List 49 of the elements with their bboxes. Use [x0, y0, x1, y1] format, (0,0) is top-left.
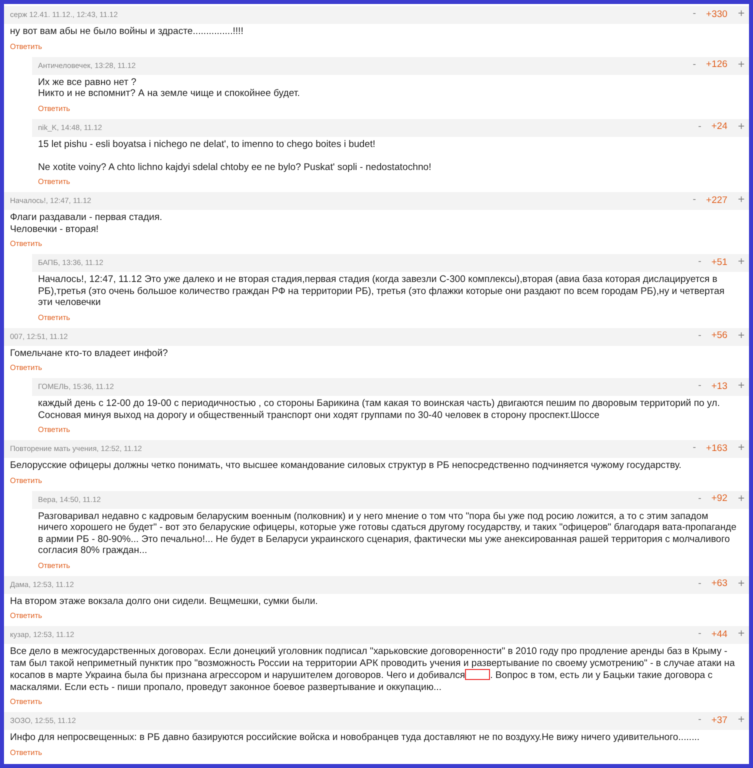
vote-down-link[interactable]: -	[694, 380, 706, 394]
vote-up-link[interactable]: +	[733, 628, 749, 642]
vote-down-link[interactable]: -	[694, 256, 706, 270]
vote-down-link[interactable]: -	[694, 578, 706, 592]
vote-up-link[interactable]: +	[733, 58, 749, 72]
vote-up-link[interactable]: +	[733, 256, 749, 270]
comment-score: +92	[710, 492, 728, 506]
comment-text: 15 let pishu - esli boyatsa i nichego ne delat', to imenno to chego boites i budet! Ne xotite voiny? A chto lichno kajdyi sdelal chtoby ee ne bylo? Puskat' sopli - nedostatochno!	[37, 138, 432, 173]
vote-down-link[interactable]: -	[694, 120, 706, 134]
vote-up-link[interactable]: +	[733, 442, 749, 456]
vote-up-link[interactable]: +	[733, 380, 749, 394]
comment-score: +330	[705, 8, 728, 22]
vote-down-link[interactable]: -	[694, 628, 706, 642]
comment-text: Гомельчане кто-то владеет инфой?	[9, 346, 169, 359]
vote-down-link[interactable]: -	[688, 58, 700, 72]
vote-up-link[interactable]: +	[733, 194, 749, 208]
vote-up-link[interactable]: +	[733, 492, 749, 506]
comment-text: Все дело в межгосударственных договорах. Если донецкий уголовник подписал "харьковские договоренности" в 2010 году про продление аренды баз в Крыму - там был такой неприметный пунктик про "возможность России на территории АРК проводить учения и развертывание по своему усмотрению" - в случае атаки на косапов в марте Украина была бы признана агрессором и нарушителем договоров. Чего и добивался . Вопрос в том, есть ли у Бацьки такие договора с маскалями. Если есть - пиши пропало, проведут законное боевое развертывание и оккупацию...	[9, 645, 736, 693]
comment-text: Флаги раздавали - первая стадия. Человечки - вторая!	[9, 211, 164, 235]
vote-down-link[interactable]: -	[694, 492, 706, 506]
comment-score: +56	[710, 329, 728, 344]
comment-score: +227	[705, 194, 728, 208]
vote-down-link[interactable]: -	[688, 8, 700, 22]
vote-down-link[interactable]: -	[688, 194, 700, 208]
comment-score: +126	[705, 58, 728, 72]
comment-text: Их же все равно нет ? Никто и не вспомнит? А на земле чище и спокойнее будет.	[37, 76, 301, 100]
comment-score: +44	[710, 628, 728, 642]
vote-up-link[interactable]: +	[733, 578, 749, 592]
comment-text: Разговаривал недавно с кадровым беларуским военным (полковник) и у него мнение о том что "пора бы уже под росию ложится, а то с этим западом ничего хорошего не будет" - вот это беларуские офицеры, которые уже готовы сдаться другому государству, и таких "офицеров" благодаря вата-пропаганде в армии РБ - 80-90%... Это печально!... Не будет в Беларуси украинского сценария, фактически мы уже анексированная рашей территория с молчаливого согласия 80% граждан...	[37, 510, 738, 556]
comment-score: +63	[710, 577, 728, 592]
vote-down-link[interactable]: -	[694, 714, 706, 728]
vote-up-link[interactable]: +	[733, 330, 749, 344]
comment-score: +13	[710, 380, 728, 394]
comment-text: каждый день с 12-00 до 19-00 с периодичностью , со стороны Барикина (там какая то воинская часть) двигаются пешим по дворовым территорий по ул. Сосновая минуя выход на дорогу и общественный транспорт они ходят группами по 30-40 человек в сторону проспект.Шоссе	[37, 397, 721, 421]
comment-text: На втором этаже вокзала долго они сидели. Вещмешки, сумки были.	[9, 594, 319, 607]
comment-score: +24	[710, 120, 728, 134]
vote-down-link[interactable]: -	[688, 442, 700, 456]
vote-up-link[interactable]: +	[733, 714, 749, 728]
vote-down-link[interactable]: -	[694, 330, 706, 344]
comment-text: Инфо для непросвещенных: в РБ давно базируются российские войска и новобранцев туда доставляют не по воздуху.Не вижу ничего удивительного........	[9, 731, 701, 744]
comment-text: Белорусские офицеры должны четко понимать, что высшее командование силовых структур в РБ непосредственно подчиняется чужому государству.	[9, 459, 682, 472]
redacted-box	[465, 669, 490, 680]
vote-up-link[interactable]: +	[733, 8, 749, 22]
comment-score: +163	[705, 442, 728, 456]
comment-score: +51	[710, 256, 728, 270]
comment-text: Началось!, 12:47, 11.12 Это уже далеко и не вторая стадия,первая стадия (когда завезли С-300 комплексы),вторая (авиа база которая дислацируется в РБ),третья (это очень большое количество граждан РФ на территории РБ), третья (это флажки которые они раздают по всем городам РБ),ну и четвертая эти человечки	[37, 273, 726, 308]
vote-up-link[interactable]: +	[733, 120, 749, 134]
comment-score: +37	[710, 714, 728, 728]
comment-text: ну вот вам абы не было войны и здрасте...............!!!!	[9, 25, 244, 38]
